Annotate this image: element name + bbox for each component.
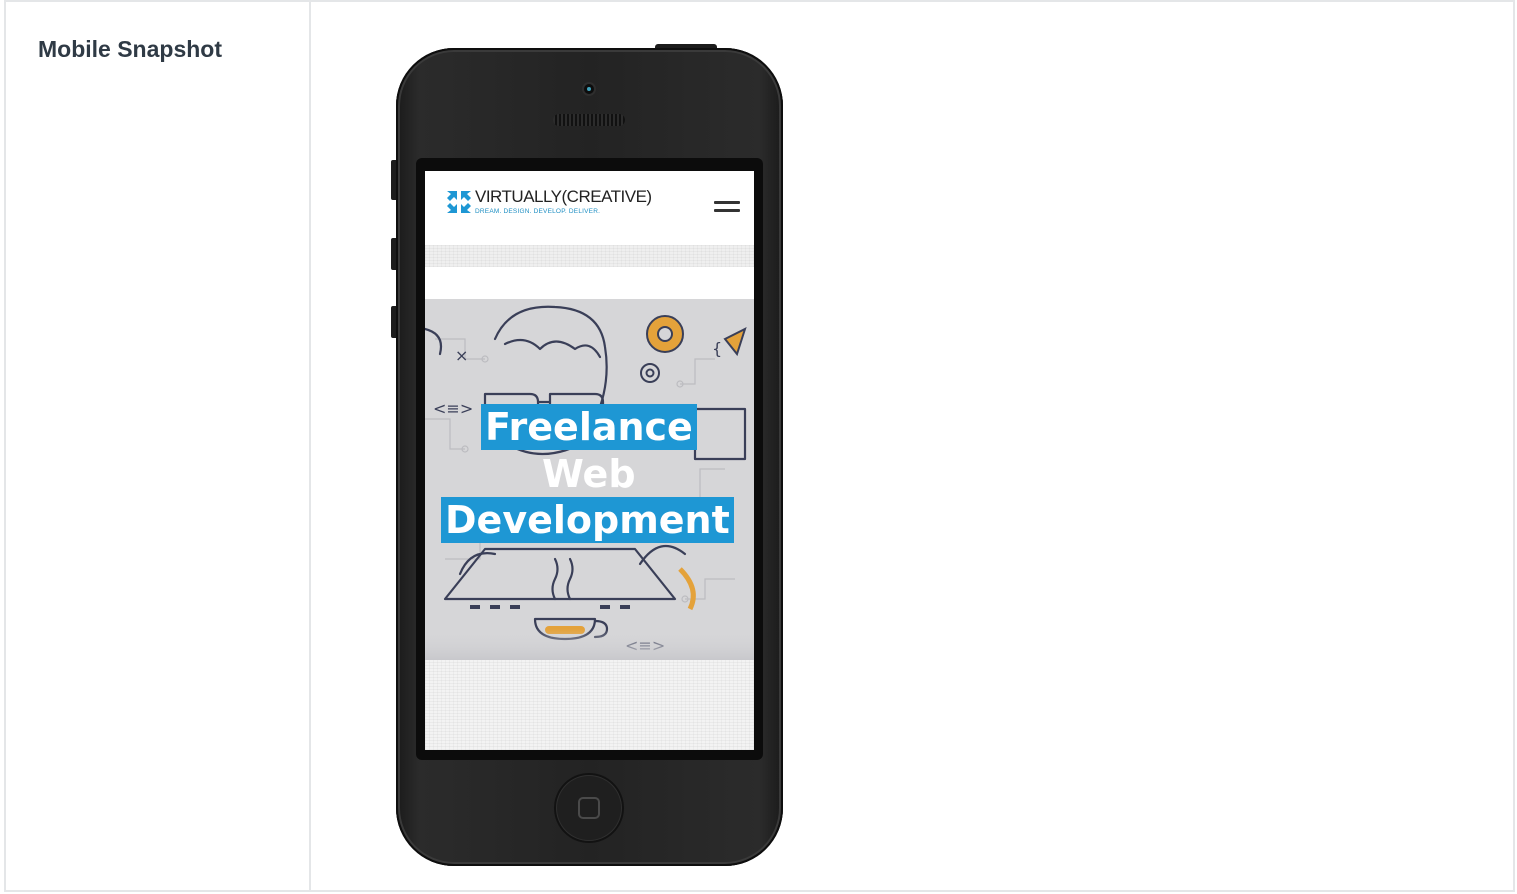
hero-title-line-1: Freelance: [481, 404, 697, 450]
logo-arrows-icon[interactable]: [447, 189, 471, 215]
texture-band-top: [425, 245, 754, 267]
phone-camera-icon: [584, 84, 594, 94]
site-header: VIRTUALLY(CREATIVE) DREAM. DESIGN. DEVEL…: [425, 171, 754, 245]
texture-band-bottom: [425, 660, 754, 750]
svg-text:<≡>: <≡>: [433, 399, 473, 418]
snapshot-label: Mobile Snapshot: [38, 36, 222, 62]
spacer: [425, 267, 754, 299]
home-square-icon: [578, 797, 600, 819]
logo-wordmark[interactable]: VIRTUALLY(CREATIVE): [475, 187, 652, 207]
svg-text:{: {: [712, 339, 722, 358]
phone-screen: VIRTUALLY(CREATIVE) DREAM. DESIGN. DEVEL…: [425, 171, 754, 750]
svg-text:×: ×: [455, 346, 468, 365]
menu-bar-bottom: [714, 209, 740, 212]
menu-bar-top: [714, 201, 740, 204]
hero-title-line-2: Web: [542, 452, 636, 496]
hero-title-line-3: Development: [441, 497, 734, 543]
hero-banner: <≡><≡> ×× { Freelance Web Development: [425, 299, 754, 660]
label-cell: Mobile Snapshot: [6, 2, 311, 890]
logo-tagline: DREAM. DESIGN. DEVELOP. DELIVER.: [475, 208, 601, 215]
phone-home-button: [554, 773, 624, 843]
hamburger-menu-icon[interactable]: [714, 199, 740, 215]
phone-speaker-grille: [553, 114, 625, 126]
